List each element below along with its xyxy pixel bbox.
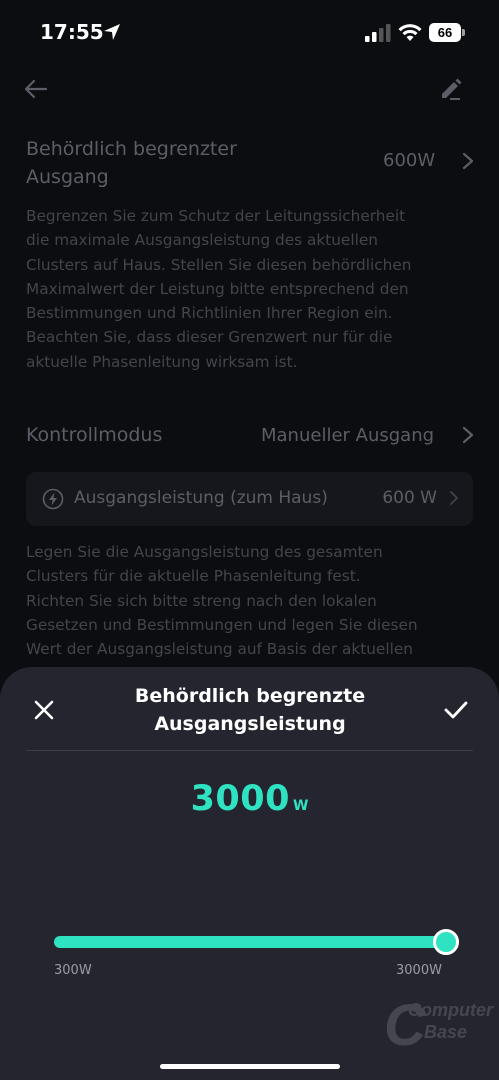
limit-description-line: Clusters auf Haus. Stellen Sie diesen be… bbox=[26, 255, 412, 274]
arrow-left-icon[interactable] bbox=[22, 75, 50, 103]
output-description-line: Legen Sie die Ausgangsleistung des gesam… bbox=[26, 543, 383, 561]
limit-description-line: die maximale Ausgangsleistung des aktuel… bbox=[26, 231, 378, 250]
sheet-title-line2: Ausgangsleistung bbox=[154, 713, 346, 735]
limit-description-line: Beachten Sie, dass dieser Grenzwert nur … bbox=[26, 328, 393, 347]
limit-bottom-sheet: Behördlich begrenzte Ausgangsleistung 30… bbox=[0, 667, 499, 1080]
slider-min-label: 300W bbox=[54, 963, 92, 978]
limit-row-title-line1: Behördlich begrenzter bbox=[26, 138, 237, 160]
output-description-line: Gesetzen und Bestimmungen und legen Sie … bbox=[26, 615, 418, 634]
limit-value: 3000 bbox=[190, 779, 290, 819]
control-mode-value: Manueller Ausgang bbox=[261, 425, 435, 446]
output-description-line: Wert der Ausgangsleistung auf Basis der … bbox=[26, 640, 413, 659]
limit-unit: W bbox=[292, 798, 309, 814]
limit-description-line: aktuelle Phasenleitung wirksam ist. bbox=[26, 352, 298, 371]
sheet-divider bbox=[26, 750, 473, 751]
computerbase-watermark: C Computer Base bbox=[384, 993, 493, 1058]
limit-row-value: 600W bbox=[383, 150, 436, 171]
limit-description: Begrenzen Sie zum Schutz der Leitungssic… bbox=[26, 204, 481, 374]
pencil-icon[interactable] bbox=[436, 74, 464, 102]
chevron-right-icon bbox=[462, 426, 474, 444]
watermark-line1: Computer bbox=[408, 1000, 493, 1020]
limit-description-line: Maximalwert der Leistung bitte entsprech… bbox=[26, 279, 409, 298]
limit-description-line: Bestimmungen und Richtlinien Ihrer Regio… bbox=[26, 304, 393, 323]
sheet-title-line1: Behördlich begrenzte bbox=[134, 685, 366, 707]
limit-description-line: Begrenzen Sie zum Schutz der Leitungssic… bbox=[26, 207, 406, 225]
output-power-label: Ausgangsleistung (zum Haus) bbox=[74, 488, 328, 508]
output-description-line: Richten Sie sich bitte streng nach den l… bbox=[26, 591, 377, 610]
lightning-bolt-icon bbox=[42, 488, 64, 510]
sheet-title: Behördlich begrenzte Ausgangsleistung bbox=[90, 682, 410, 738]
slider-thumb[interactable] bbox=[433, 929, 459, 955]
home-indicator bbox=[160, 1064, 340, 1069]
limit-slider[interactable] bbox=[54, 929, 459, 955]
output-power-value: 600 W bbox=[382, 488, 437, 508]
checkmark-icon[interactable] bbox=[441, 695, 471, 725]
slider-fill bbox=[54, 936, 446, 948]
limit-row-title-line2: Ausgang bbox=[26, 166, 109, 188]
slider-max-label: 3000W bbox=[396, 963, 442, 978]
watermark-line2: Base bbox=[424, 1022, 468, 1042]
output-description-line: Clusters für die aktuelle Phasenleitung … bbox=[26, 567, 361, 586]
value-readout: 3000 W bbox=[0, 779, 499, 819]
output-power-card[interactable]: Ausgangsleistung (zum Haus) 600 W bbox=[26, 472, 473, 526]
control-mode-title: Kontrollmodus bbox=[26, 424, 163, 446]
output-description: Legen Sie die Ausgangsleistung des gesam… bbox=[26, 540, 481, 661]
chevron-right-icon bbox=[450, 491, 458, 505]
chevron-right-icon bbox=[462, 152, 474, 170]
close-x-icon[interactable] bbox=[30, 696, 58, 724]
